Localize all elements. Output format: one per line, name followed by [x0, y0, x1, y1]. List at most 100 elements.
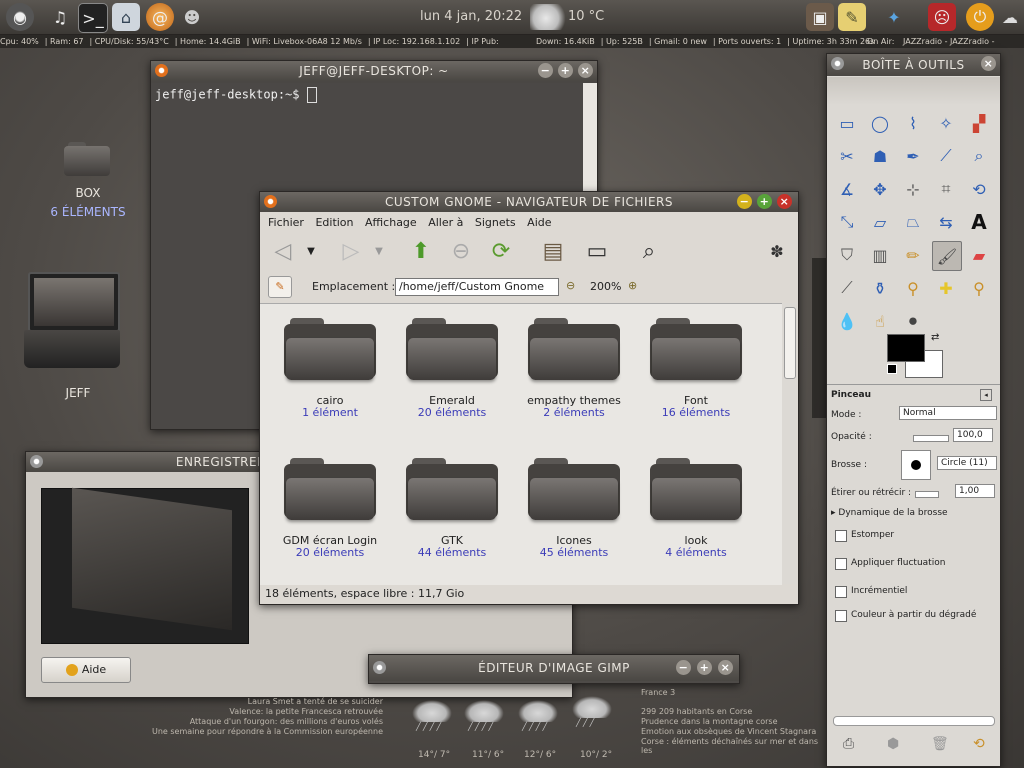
computer-button[interactable]: ▭ [582, 236, 612, 266]
align-icon[interactable]: ⊹ [899, 175, 927, 203]
reload-button[interactable]: ⟳ [486, 236, 516, 266]
bucket-fill-icon[interactable]: ⛉ [833, 241, 861, 269]
file-view-scrollbar[interactable] [782, 303, 796, 584]
restore-options-icon[interactable]: ⬢ [887, 736, 899, 752]
color-select-icon[interactable]: ▞ [965, 109, 993, 137]
blend-icon[interactable]: ▥ [866, 241, 894, 269]
minimize-button[interactable]: − [737, 194, 752, 209]
flip-icon[interactable]: ⇆ [932, 208, 960, 236]
folder-font[interactable]: Font 16 éléments [626, 304, 746, 434]
close-button[interactable]: × [578, 63, 593, 78]
tool-options-menu-icon[interactable]: ◂ [980, 389, 992, 401]
shear-icon[interactable]: ▱ [866, 208, 894, 236]
free-select-icon[interactable]: ⌇ [899, 109, 927, 137]
reset-options-icon[interactable]: ⟲ [973, 736, 985, 752]
clone-icon[interactable]: ⚲ [899, 274, 927, 302]
airbrush-icon[interactable]: ⟋ [833, 274, 861, 302]
opacity-input[interactable]: 100,0 [953, 428, 993, 442]
menu-aller[interactable]: Aller à [428, 216, 463, 229]
text-icon[interactable]: A [965, 208, 993, 236]
forward-history-dropdown[interactable]: ▼ [372, 236, 386, 266]
ubuntu-icon[interactable]: ◎ [6, 3, 34, 31]
minimize-button[interactable]: − [538, 63, 553, 78]
back-history-dropdown[interactable]: ▼ [304, 236, 318, 266]
rotate-icon[interactable]: ⟲ [965, 175, 993, 203]
search-button[interactable]: ⌕ [634, 236, 664, 266]
folder-gtk[interactable]: GTK 44 éléments [382, 444, 502, 574]
folder-look[interactable]: look 4 éléments [626, 444, 746, 574]
scale-input[interactable]: 1,00 [955, 484, 995, 498]
news-line[interactable]: Corse : éléments déchaînés sur mer et da… [641, 737, 826, 755]
menu-edition[interactable]: Edition [315, 216, 353, 229]
menu-signets[interactable]: Signets [475, 216, 516, 229]
swap-colors-icon[interactable]: ⇄ [931, 332, 939, 343]
save-options-icon[interactable]: ⎙ [843, 736, 854, 752]
clock[interactable]: lun 4 jan, 20:22 [420, 9, 522, 24]
scissors-icon[interactable]: ✂ [833, 142, 861, 170]
bird-icon[interactable]: ✦ [880, 3, 908, 31]
gimp-titlebar[interactable]: ÉDITEUR D'IMAGE GIMP − + × [369, 655, 739, 681]
power-icon[interactable]: ⏻ [966, 3, 994, 31]
gimp-icon[interactable]: ☻ [178, 3, 206, 31]
file-manager-titlebar[interactable]: CUSTOM GNOME - NAVIGATEUR DE FICHIERS − … [260, 192, 798, 212]
ink-icon[interactable]: ⚱ [866, 274, 894, 302]
blur-icon[interactable]: 💧 [833, 307, 861, 335]
measure-icon[interactable]: ∡ [833, 175, 861, 203]
menu-fichier[interactable]: Fichier [268, 216, 304, 229]
folder-emerald[interactable]: Emerald 20 éléments [382, 304, 502, 434]
folder-gdm-login[interactable]: GDM écran Login 20 éléments [260, 444, 380, 574]
zoom-out-icon[interactable]: ⊖ [566, 279, 575, 292]
foreground-color-swatch[interactable] [887, 334, 925, 362]
move-icon[interactable]: ✥ [866, 175, 894, 203]
tool-options-scrollbar[interactable] [833, 716, 995, 726]
fade-checkbox[interactable] [835, 530, 847, 542]
cloud-icon[interactable]: ☁ [996, 3, 1024, 31]
paintbrush-icon[interactable]: 🖌 [932, 241, 962, 271]
scale-slider[interactable] [915, 491, 939, 498]
foreground-select-icon[interactable]: ☗ [866, 142, 894, 170]
jeff-label[interactable]: JEFF [30, 386, 126, 400]
close-button[interactable]: × [981, 56, 996, 71]
zoom-icon[interactable]: ⌕ [965, 142, 993, 170]
brush-dynamics-expander[interactable]: ▸ Dynamique de la brosse [831, 508, 948, 518]
home-folder-button[interactable]: ▤ [538, 236, 568, 266]
zoom-in-icon[interactable]: ⊕ [628, 279, 637, 292]
help-button[interactable]: Aide [41, 657, 131, 683]
terminal-icon[interactable]: >_ [78, 3, 108, 33]
terminal-titlebar[interactable]: JEFF@JEFF-DESKTOP: ~ − + × [151, 61, 597, 81]
forward-button[interactable]: ▷ [336, 236, 366, 266]
smudge-icon[interactable]: ☝ [866, 307, 894, 335]
window-menu-icon[interactable] [264, 195, 277, 208]
rect-select-icon[interactable]: ▭ [833, 109, 861, 137]
window-menu-icon[interactable] [373, 661, 386, 674]
up-button[interactable]: ⬆ [406, 236, 436, 266]
default-colors-icon[interactable] [887, 364, 897, 374]
perspective-clone-icon[interactable]: ⚲ [965, 274, 993, 302]
ellipse-select-icon[interactable]: ◯ [866, 109, 894, 137]
opacity-slider[interactable] [913, 435, 949, 442]
crop-icon[interactable]: ⌗ [932, 175, 960, 203]
incremental-checkbox[interactable] [835, 586, 847, 598]
mask-icon[interactable]: ☹ [928, 3, 956, 31]
back-button[interactable]: ◁ [268, 236, 298, 266]
box-folder-icon[interactable] [64, 142, 110, 176]
brush-preview[interactable] [901, 450, 931, 480]
gradient-color-checkbox[interactable] [835, 610, 847, 622]
network-icon[interactable]: ⌂ [112, 3, 140, 31]
eraser-icon[interactable]: ▰ [965, 241, 993, 269]
paths-icon[interactable]: ✒ [899, 142, 927, 170]
close-button[interactable]: × [777, 194, 792, 209]
heal-icon[interactable]: ✚ [932, 274, 960, 302]
laptop-icon[interactable] [24, 272, 120, 372]
box-label[interactable]: BOX [40, 186, 136, 200]
maximize-button[interactable]: + [697, 660, 712, 675]
jitter-checkbox[interactable] [835, 558, 847, 570]
toolbox-titlebar[interactable]: BOÎTE À OUTILS × [827, 54, 1000, 76]
scale-icon[interactable]: ⤡ [833, 208, 861, 236]
minimize-button[interactable]: − [676, 660, 691, 675]
stop-button[interactable]: ⊖ [446, 236, 476, 266]
news-line[interactable]: Laura Smet a tenté de se suicider [150, 697, 383, 706]
news-line[interactable]: Valence: la petite Francesca retrouvée [150, 707, 383, 716]
fuzzy-select-icon[interactable]: ✧ [932, 109, 960, 137]
delete-options-icon[interactable]: 🗑 [931, 736, 949, 752]
